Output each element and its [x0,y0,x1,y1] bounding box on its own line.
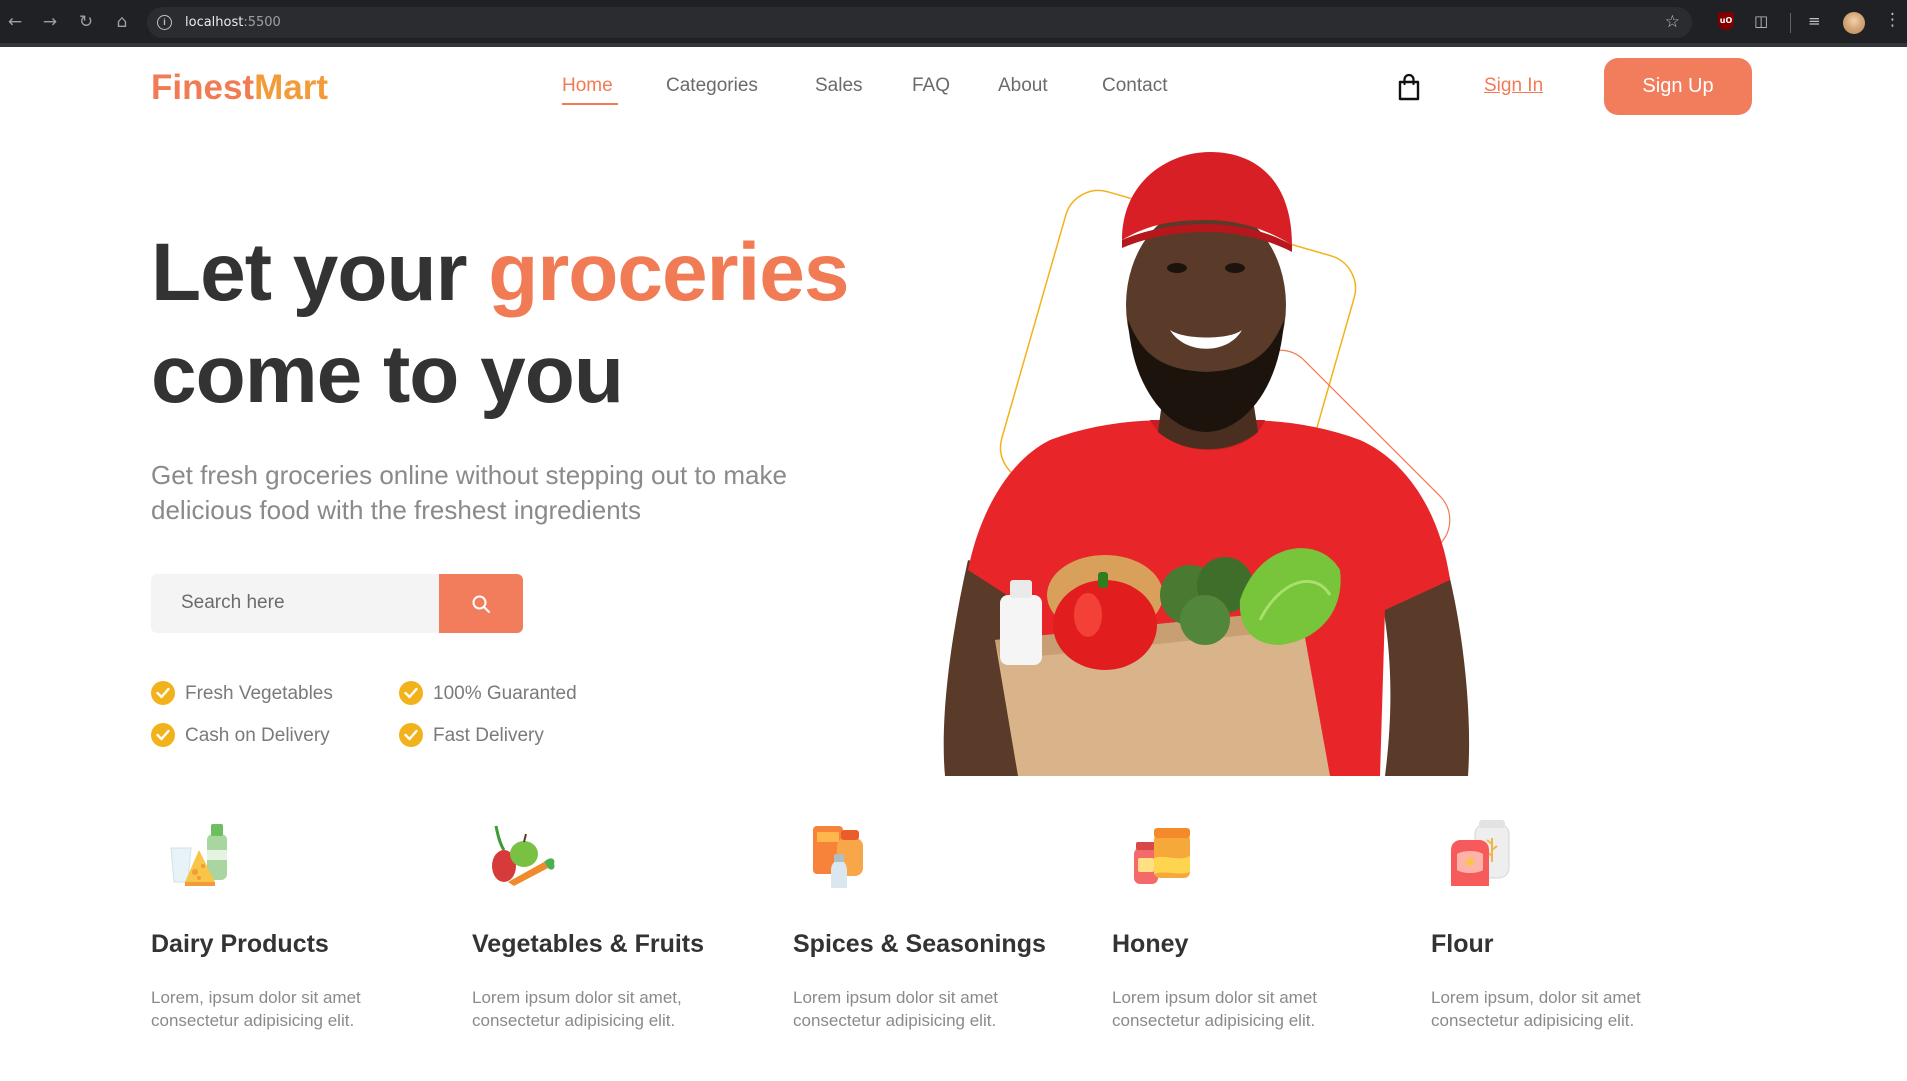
logo-finest: Finest [151,68,255,107]
vegetables-icon [492,825,555,886]
category-title: Honey [1112,930,1189,958]
category-title: Vegetables & Fruits [472,930,705,958]
nav-active-underline [562,103,618,105]
spices-icon [813,826,863,888]
honey-icon [1134,828,1190,884]
address-url[interactable]: localhost:5500 [185,15,281,30]
home-icon[interactable]: ⌂ [111,11,133,33]
category-title: Spices & Seasonings [793,930,1046,958]
feature-fresh-vegetables: Fresh Vegetables [185,683,333,704]
profile-avatar[interactable] [1843,12,1865,34]
hero-title-accent: groceries [488,227,849,318]
check-circle-icon [399,723,423,747]
category-description: Lorem ipsum dolor sit amet consectetur a… [1112,988,1318,1030]
nav-sales[interactable]: Sales [815,75,863,97]
category-description: Lorem, ipsum dolor sit amet consectetur … [151,988,361,1030]
ublock-extension-icon[interactable]: uO [1718,12,1734,30]
toolbar-separator [1790,13,1791,33]
hero-title-start: Let your [151,227,489,318]
forward-icon[interactable]: → [39,11,61,33]
category-description: Lorem ipsum, dolor sit amet consectetur … [1431,988,1641,1030]
sign-up-button[interactable]: Sign Up [1604,58,1752,115]
category-description: Lorem ipsum dolor sit amet, consectetur … [472,988,682,1030]
sign-in-link[interactable]: Sign In [1484,75,1543,97]
feature-cash-on-delivery: Cash on Delivery [185,725,330,746]
shopping-bag-icon[interactable] [1398,73,1420,101]
dairy-icon [170,824,227,886]
nav-contact[interactable]: Contact [1102,75,1167,97]
check-circle-icon [399,681,423,705]
bookmark-star-icon[interactable]: ☆ [1665,12,1680,32]
category-title: Dairy Products [151,930,329,958]
hero-title: Let your groceries come to you [151,222,849,426]
nav-home[interactable]: Home [562,75,613,97]
hero-title-line2: come to you [151,329,624,420]
flour-icon [1451,820,1510,886]
category-title: Flour [1431,930,1494,958]
search-input[interactable] [181,592,421,614]
nav-faq[interactable]: FAQ [912,75,950,97]
nav-about[interactable]: About [998,75,1048,97]
back-icon[interactable]: ← [4,11,26,33]
search-icon [472,595,490,613]
logo-mart: Mart [254,68,328,107]
address-bar[interactable]: i localhost:5500 ☆ [147,7,1692,38]
hero-subtitle: Get fresh groceries online without stepp… [151,460,787,525]
feature-fast-delivery: Fast Delivery [433,725,544,746]
browser-menu-icon[interactable]: ⋮ [1884,10,1901,30]
media-playlist-icon[interactable]: ≡ [1808,12,1821,30]
reload-icon[interactable]: ↻ [75,11,97,33]
feature-guaranteed: 100% Guaranted [433,683,577,704]
hero-delivery-man-image [943,152,1470,776]
extensions-puzzle-icon[interactable]: ◫ [1754,12,1768,30]
check-circle-icon [151,681,175,705]
browser-toolbar-divider [0,43,1907,47]
search-box [151,574,439,633]
check-circle-icon [151,723,175,747]
site-info-icon[interactable]: i [157,15,172,30]
search-button[interactable] [439,574,523,633]
logo[interactable]: FinestMart [151,68,328,108]
nav-categories[interactable]: Categories [666,75,758,97]
category-description: Lorem ipsum dolor sit amet consectetur a… [793,988,999,1030]
